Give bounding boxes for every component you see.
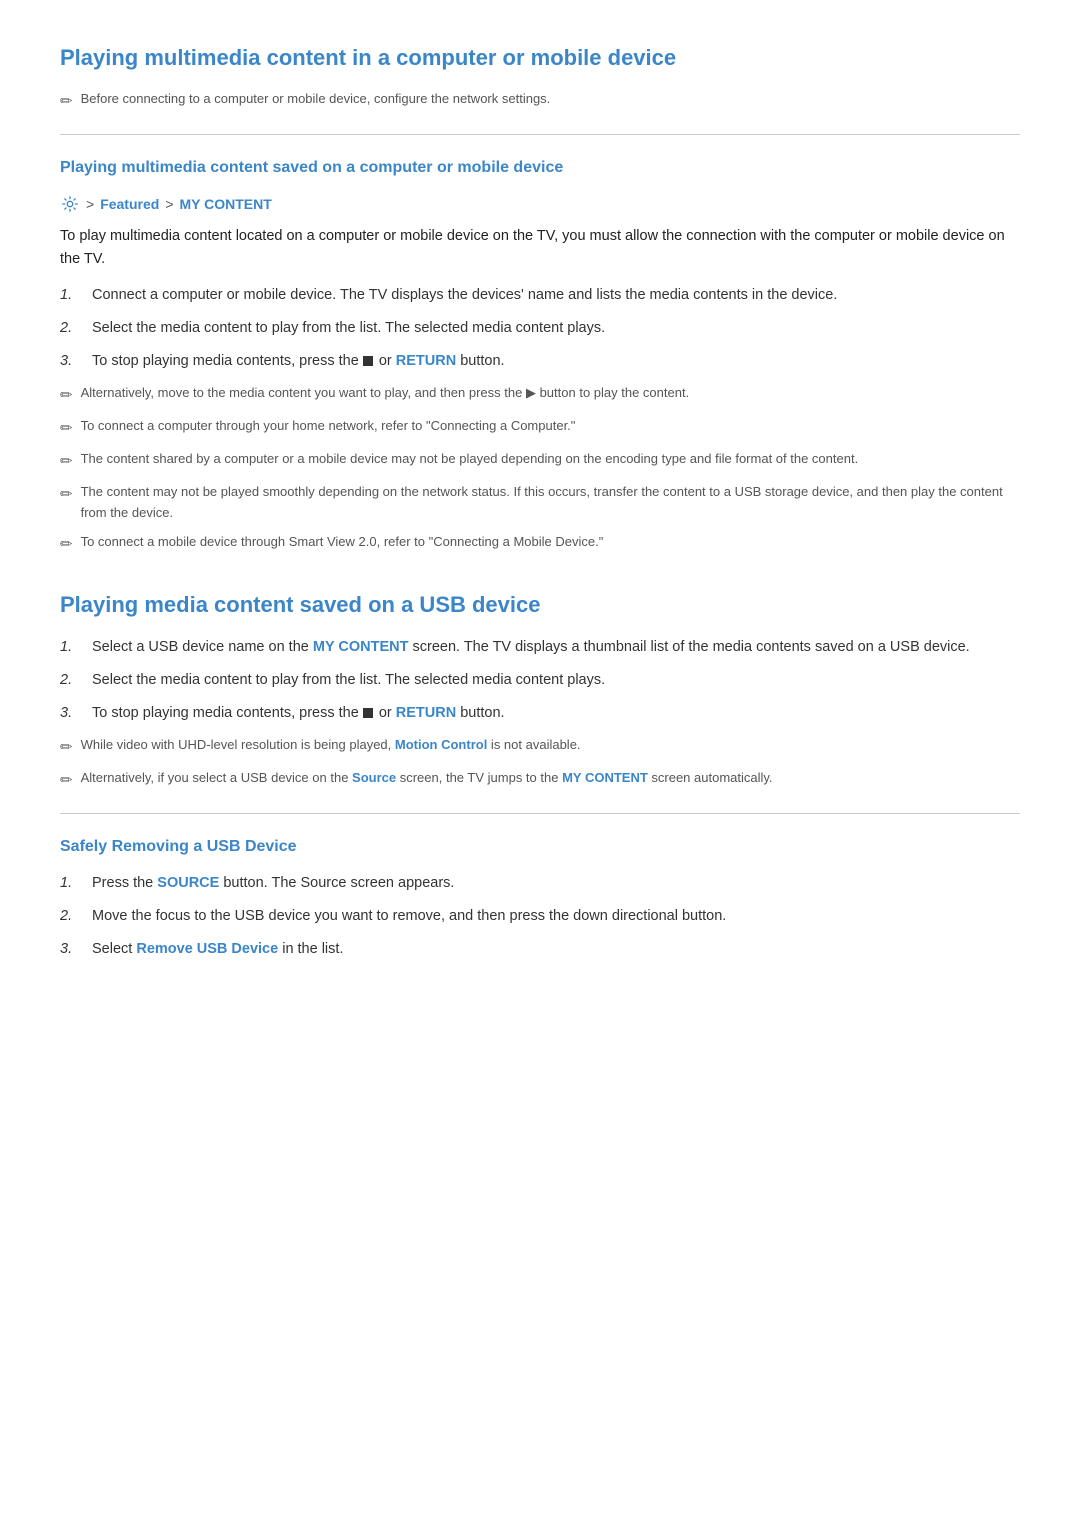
section1-note-1-text: Alternatively, move to the media content… — [81, 383, 690, 404]
return-highlight-1: RETURN — [396, 353, 456, 369]
pencil-icon-main: ✏ — [60, 90, 73, 114]
step-content-2: Select the media content to play from th… — [92, 317, 1020, 340]
step-num-1: 1. — [60, 284, 78, 307]
section2-note-2-text: Alternatively, if you select a USB devic… — [81, 768, 773, 789]
s3-step-num-1: 1. — [60, 872, 78, 895]
section2-title: Playing media content saved on a USB dev… — [60, 587, 1020, 622]
section1-notes: ✏ Alternatively, move to the media conte… — [60, 383, 1020, 557]
step-num-3: 3. — [60, 350, 78, 373]
main-note-line: ✏ Before connecting to a computer or mob… — [60, 89, 1020, 114]
divider-2 — [60, 813, 1020, 814]
section2-notes: ✏ While video with UHD-level resolution … — [60, 735, 1020, 793]
pencil-icon-s2n2: ✏ — [60, 769, 73, 793]
breadcrumb-settings-icon — [60, 194, 80, 214]
section1-steps: 1. Connect a computer or mobile device. … — [60, 284, 1020, 374]
section1-step-2: 2. Select the media content to play from… — [60, 317, 1020, 340]
section3-step-3: 3. Select Remove USB Device in the list. — [60, 938, 1020, 961]
section2-steps: 1. Select a USB device name on the MY CO… — [60, 636, 1020, 726]
s3-step-num-3: 3. — [60, 938, 78, 961]
section1-note-3: ✏ The content shared by a computer or a … — [60, 449, 1020, 474]
breadcrumb-sep-1: > — [86, 193, 94, 215]
section3-title: Safely Removing a USB Device — [60, 834, 1020, 860]
section1-step-1: 1. Connect a computer or mobile device. … — [60, 284, 1020, 307]
return-highlight-2: RETURN — [396, 705, 456, 721]
source-highlight: Source — [352, 770, 396, 785]
section1-note-2-text: To connect a computer through your home … — [81, 416, 576, 437]
pencil-icon-s1n5: ✏ — [60, 533, 73, 557]
section2-step-1: 1. Select a USB device name on the MY CO… — [60, 636, 1020, 659]
remove-usb-highlight: Remove USB Device — [136, 941, 278, 957]
source-btn-highlight: SOURCE — [157, 875, 219, 891]
motion-control-highlight: Motion Control — [395, 737, 487, 752]
section1-step-3: 3. To stop playing media contents, press… — [60, 350, 1020, 373]
stop-square-icon-2 — [363, 708, 373, 718]
section3-step-2: 2. Move the focus to the USB device you … — [60, 905, 1020, 928]
section2-note-1-text: While video with UHD-level resolution is… — [81, 735, 581, 756]
s2-step-num-2: 2. — [60, 669, 78, 692]
pencil-icon-s1n4: ✏ — [60, 483, 73, 507]
section2-step-3: 3. To stop playing media contents, press… — [60, 702, 1020, 725]
section1-note-4: ✏ The content may not be played smoothly… — [60, 482, 1020, 524]
s3-step-content-3: Select Remove USB Device in the list. — [92, 938, 1020, 961]
s2-step-content-2: Select the media content to play from th… — [92, 669, 1020, 692]
section1-note-3-text: The content shared by a computer or a mo… — [81, 449, 859, 470]
breadcrumb-featured: Featured — [100, 193, 159, 215]
section2-step-2: 2. Select the media content to play from… — [60, 669, 1020, 692]
s2-step-num-1: 1. — [60, 636, 78, 659]
s3-step-content-2: Move the focus to the USB device you wan… — [92, 905, 1020, 928]
step-content-1: Connect a computer or mobile device. The… — [92, 284, 1020, 307]
s3-step-num-2: 2. — [60, 905, 78, 928]
pencil-icon-s1n2: ✏ — [60, 417, 73, 441]
stop-square-icon-1 — [363, 356, 373, 366]
pencil-icon-s1n3: ✏ — [60, 450, 73, 474]
my-content-highlight-1: MY CONTENT — [313, 639, 409, 655]
step-content-3: To stop playing media contents, press th… — [92, 350, 1020, 373]
my-content-highlight-2: MY CONTENT — [562, 770, 648, 785]
pencil-icon-s2n1: ✏ — [60, 736, 73, 760]
divider-1 — [60, 134, 1020, 135]
section2-note-2: ✏ Alternatively, if you select a USB dev… — [60, 768, 1020, 793]
page-main-title: Playing multimedia content in a computer… — [60, 40, 1020, 79]
s2-step-content-3: To stop playing media contents, press th… — [92, 702, 1020, 725]
section1-title: Playing multimedia content saved on a co… — [60, 155, 1020, 181]
section3-steps: 1. Press the SOURCE button. The Source s… — [60, 872, 1020, 962]
breadcrumb-my-content: MY CONTENT — [180, 193, 272, 215]
section1-note-2: ✏ To connect a computer through your hom… — [60, 416, 1020, 441]
s2-step-content-1: Select a USB device name on the MY CONTE… — [92, 636, 1020, 659]
breadcrumb: > Featured > MY CONTENT — [60, 193, 1020, 215]
section1-note-1: ✏ Alternatively, move to the media conte… — [60, 383, 1020, 408]
section1-note-5: ✏ To connect a mobile device through Sma… — [60, 532, 1020, 557]
pencil-icon-s1n1: ✏ — [60, 384, 73, 408]
section2-note-1: ✏ While video with UHD-level resolution … — [60, 735, 1020, 760]
s3-step-content-1: Press the SOURCE button. The Source scre… — [92, 872, 1020, 895]
section1-note-5-text: To connect a mobile device through Smart… — [81, 532, 604, 553]
step-num-2: 2. — [60, 317, 78, 340]
section1-intro: To play multimedia content located on a … — [60, 225, 1020, 271]
breadcrumb-sep-2: > — [165, 193, 173, 215]
section3-step-1: 1. Press the SOURCE button. The Source s… — [60, 872, 1020, 895]
s2-step-num-3: 3. — [60, 702, 78, 725]
main-note-text: Before connecting to a computer or mobil… — [81, 89, 551, 110]
section1-note-4-text: The content may not be played smoothly d… — [81, 482, 1020, 524]
